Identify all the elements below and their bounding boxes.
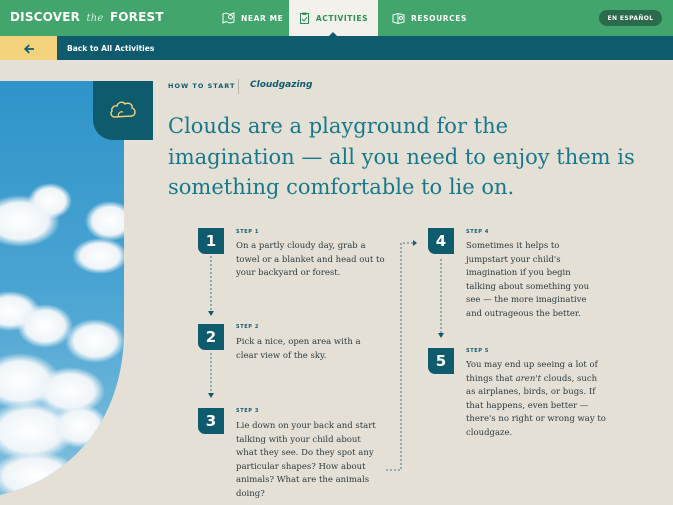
- step-2-label: STEP 2: [236, 324, 259, 330]
- step-3-text: Lie down on your back and start talking …: [236, 421, 376, 499]
- resources-icon: [392, 12, 405, 24]
- step-4-text: Sometimes it helps to jumpstart your chi…: [466, 241, 590, 319]
- step-5-number: 5: [428, 348, 454, 374]
- how-to-start-label: HOW TO START: [168, 82, 236, 90]
- step-2-text: Pick a nice, open area with a clear view…: [236, 337, 361, 361]
- activity-title: Cloudgazing: [250, 80, 313, 90]
- step-4-label: STEP 4: [466, 229, 489, 235]
- step-3-number: 3: [198, 408, 224, 434]
- clipboard-icon: [299, 12, 310, 24]
- nav-activities-label: ACTIVITIES: [315, 13, 369, 23]
- step-5-label: STEP 5: [466, 348, 489, 354]
- nav-resources-label: RESOURCES: [411, 13, 467, 23]
- step-1-text: On a partly cloudy day, grab a towel or …: [236, 241, 385, 278]
- nav-near-me-label: NEAR ME: [241, 13, 284, 23]
- language-toggle-button[interactable]: EN ESPAÑOL: [599, 10, 662, 26]
- sub-navigation-bar: Back to All Activities: [0, 36, 673, 60]
- logo-word-forest: FOREST: [109, 10, 164, 24]
- step-1-label: STEP 1: [236, 229, 259, 235]
- top-navigation: DISCOVER the FOREST NEAR ME ACTIVITIES R…: [0, 0, 673, 36]
- cloud-icon: [108, 97, 138, 125]
- map-pin-icon: [222, 12, 235, 24]
- back-to-activities-link[interactable]: Back to All Activities: [67, 36, 154, 60]
- site-logo[interactable]: DISCOVER the FOREST: [10, 10, 164, 24]
- nav-near-me[interactable]: NEAR ME: [222, 0, 283, 36]
- header-divider: [238, 79, 239, 94]
- step-1-number: 1: [198, 228, 224, 254]
- cloud-activity-badge: [93, 81, 153, 140]
- nav-activities[interactable]: ACTIVITIES: [289, 0, 378, 36]
- sky-photo: [0, 81, 124, 495]
- step-5-text-emphasis: aren't: [515, 373, 542, 384]
- logo-word-discover: DISCOVER: [10, 10, 81, 24]
- step-3-label: STEP 3: [236, 408, 259, 414]
- page-headline: Clouds are a playground for the imaginat…: [168, 114, 635, 199]
- arrow-left-icon: [23, 39, 34, 58]
- nav-resources[interactable]: RESOURCES: [392, 0, 467, 36]
- back-arrow-button[interactable]: [0, 36, 57, 60]
- step-4-number: 4: [428, 228, 454, 254]
- step-5-text: You may end up seeing a lot of things th…: [466, 359, 606, 440]
- step-2-number: 2: [198, 324, 224, 350]
- logo-word-the: the: [86, 13, 104, 24]
